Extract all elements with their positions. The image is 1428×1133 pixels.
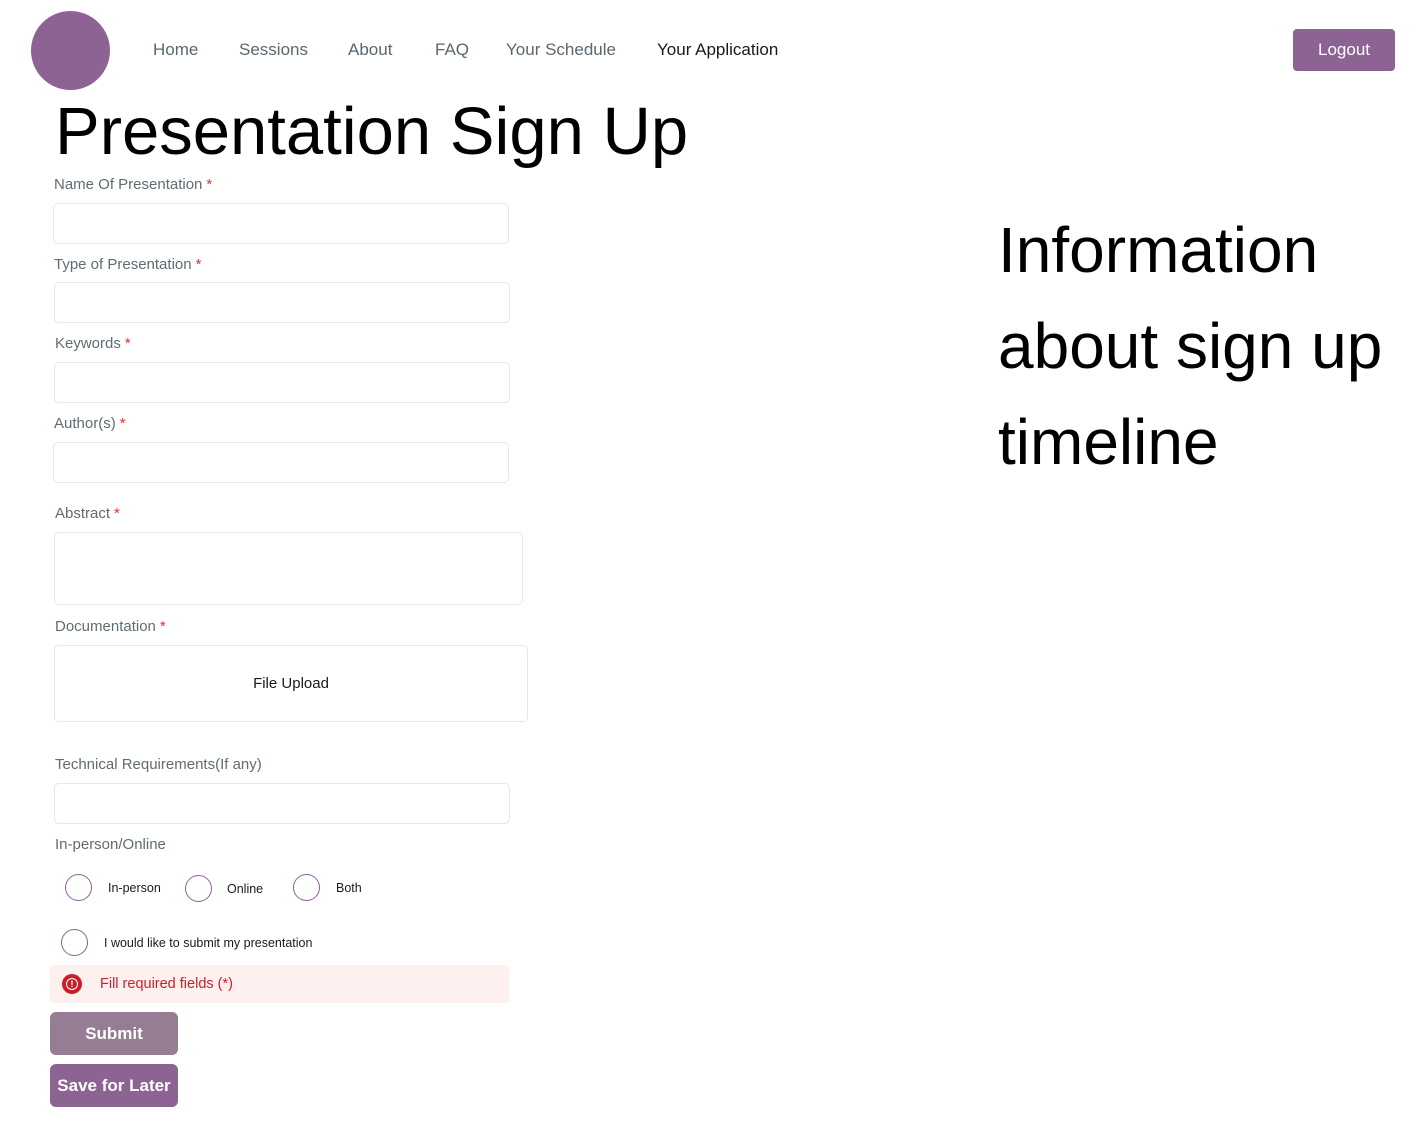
name-input[interactable] — [53, 203, 509, 244]
nav-your-schedule[interactable]: Your Schedule — [506, 39, 616, 61]
documentation-field-label-text: Documentation — [55, 618, 156, 635]
page: Home Sessions About FAQ Your Schedule Yo… — [0, 0, 1428, 1133]
keywords-field-label: Keywords * — [55, 334, 131, 354]
required-marker: * — [195, 256, 202, 273]
required-marker: * — [124, 335, 131, 352]
logout-button[interactable]: Logout — [1293, 29, 1395, 71]
nav-your-application[interactable]: Your Application — [657, 39, 778, 61]
submit-button[interactable]: Submit — [50, 1012, 178, 1055]
page-title: Presentation Sign Up — [55, 94, 689, 169]
radio-in-person-label: In-person — [108, 881, 161, 895]
required-marker: * — [119, 415, 126, 432]
authors-field-label: Author(s) * — [54, 414, 126, 434]
tech-input[interactable] — [54, 783, 510, 824]
nav-faq[interactable]: FAQ — [435, 39, 469, 61]
radio-both[interactable] — [293, 874, 320, 901]
authors-input[interactable] — [53, 442, 509, 483]
name-field-label: Name Of Presentation * — [54, 175, 212, 195]
logo[interactable] — [31, 11, 110, 90]
abstract-field-label-text: Abstract — [55, 505, 111, 522]
name-field-label-text: Name Of Presentation — [54, 176, 203, 193]
required-marker: * — [206, 176, 213, 193]
tech-field-label: Technical Requirements(If any) — [55, 756, 262, 773]
documentation-field-label: Documentation * — [55, 617, 166, 637]
submit-consent-label: I would like to submit my presentation — [104, 936, 313, 950]
radio-both-label: Both — [336, 881, 362, 895]
required-marker: * — [159, 618, 166, 635]
error-alert: ! Fill required fields (*) — [50, 965, 509, 1003]
mode-field-label: In-person/Online — [55, 836, 166, 853]
info-heading: Information about sign up timeline — [998, 214, 1383, 478]
alert-circle-icon: ! — [62, 974, 82, 994]
authors-field-label-text: Author(s) — [54, 415, 116, 432]
keywords-input[interactable] — [54, 362, 510, 403]
radio-online-label: Online — [227, 882, 264, 896]
error-message: Fill required fields (*) — [100, 976, 233, 992]
abstract-textarea[interactable] — [54, 532, 523, 605]
type-field-label: Type of Presentation * — [54, 255, 201, 275]
type-input[interactable] — [54, 282, 510, 323]
save-for-later-button[interactable]: Save for Later — [50, 1064, 178, 1107]
file-upload-dropzone[interactable]: File Upload — [54, 645, 528, 722]
radio-submit-consent[interactable] — [61, 929, 88, 956]
radio-online[interactable] — [185, 875, 212, 902]
nav-home[interactable]: Home — [153, 39, 198, 61]
file-upload-label: File Upload — [253, 675, 329, 692]
abstract-field-label: Abstract * — [55, 504, 120, 524]
nav-sessions[interactable]: Sessions — [239, 39, 308, 61]
type-field-label-text: Type of Presentation — [54, 256, 192, 273]
required-marker: * — [114, 505, 120, 522]
keywords-field-label-text: Keywords — [55, 335, 121, 352]
radio-in-person[interactable] — [65, 874, 92, 901]
nav-about[interactable]: About — [348, 39, 392, 61]
